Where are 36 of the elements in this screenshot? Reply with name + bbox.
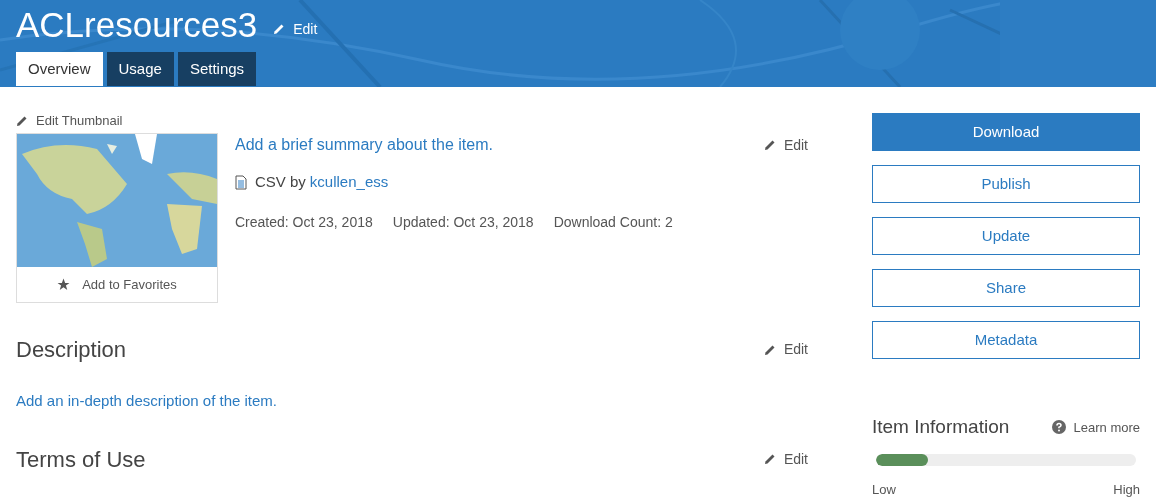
item-title: ACLresources3 (16, 4, 258, 46)
edit-button[interactable]: Edit (763, 339, 808, 360)
tab[interactable]: Overview (16, 52, 103, 86)
action-button[interactable]: Publish (872, 165, 1140, 203)
action-button[interactable]: Share (872, 269, 1140, 307)
add-to-favorites-button[interactable]: Add to Favorites (17, 267, 217, 302)
tab[interactable]: Usage (106, 52, 174, 86)
action-button[interactable]: Download (872, 113, 1140, 151)
pencil-icon (763, 343, 776, 356)
pencil-icon (763, 453, 776, 465)
high-label: High (1113, 480, 1140, 499)
item-type: CSV by (255, 172, 306, 192)
pencil-icon (273, 23, 286, 35)
section-heading: Description (16, 336, 127, 364)
document-icon (235, 174, 247, 190)
section-heading: Terms of Use (16, 445, 146, 474)
description-link[interactable]: Add an in-depth description of the item. (16, 390, 808, 413)
star-icon (57, 278, 71, 291)
item-information-heading: Item Information (872, 415, 1010, 439)
pencil-icon (763, 139, 776, 151)
pencil-icon (16, 115, 28, 127)
learn-more-link[interactable]: Learn more (1051, 417, 1140, 437)
edit-thumbnail-button[interactable]: Edit Thumbnail (16, 113, 123, 129)
action-button[interactable]: Metadata (872, 321, 1140, 359)
edit-title-button[interactable]: Edit (273, 18, 318, 40)
owner-link[interactable]: kcullen_ess (309, 171, 389, 194)
edit-button[interactable]: Edit (763, 448, 808, 470)
created-date: Created: Oct 23, 2018 (235, 212, 373, 232)
updated-date: Updated: Oct 23, 2018 (392, 212, 534, 232)
help-icon (1051, 420, 1066, 435)
edit-button[interactable]: Edit (763, 134, 808, 156)
tab[interactable]: Settings (177, 52, 257, 86)
low-label: Low (872, 480, 896, 499)
action-button[interactable]: Update (872, 217, 1140, 255)
download-count: Download Count: 2 (553, 212, 673, 232)
summary-link[interactable]: Add a brief summary about the item. (235, 133, 493, 157)
